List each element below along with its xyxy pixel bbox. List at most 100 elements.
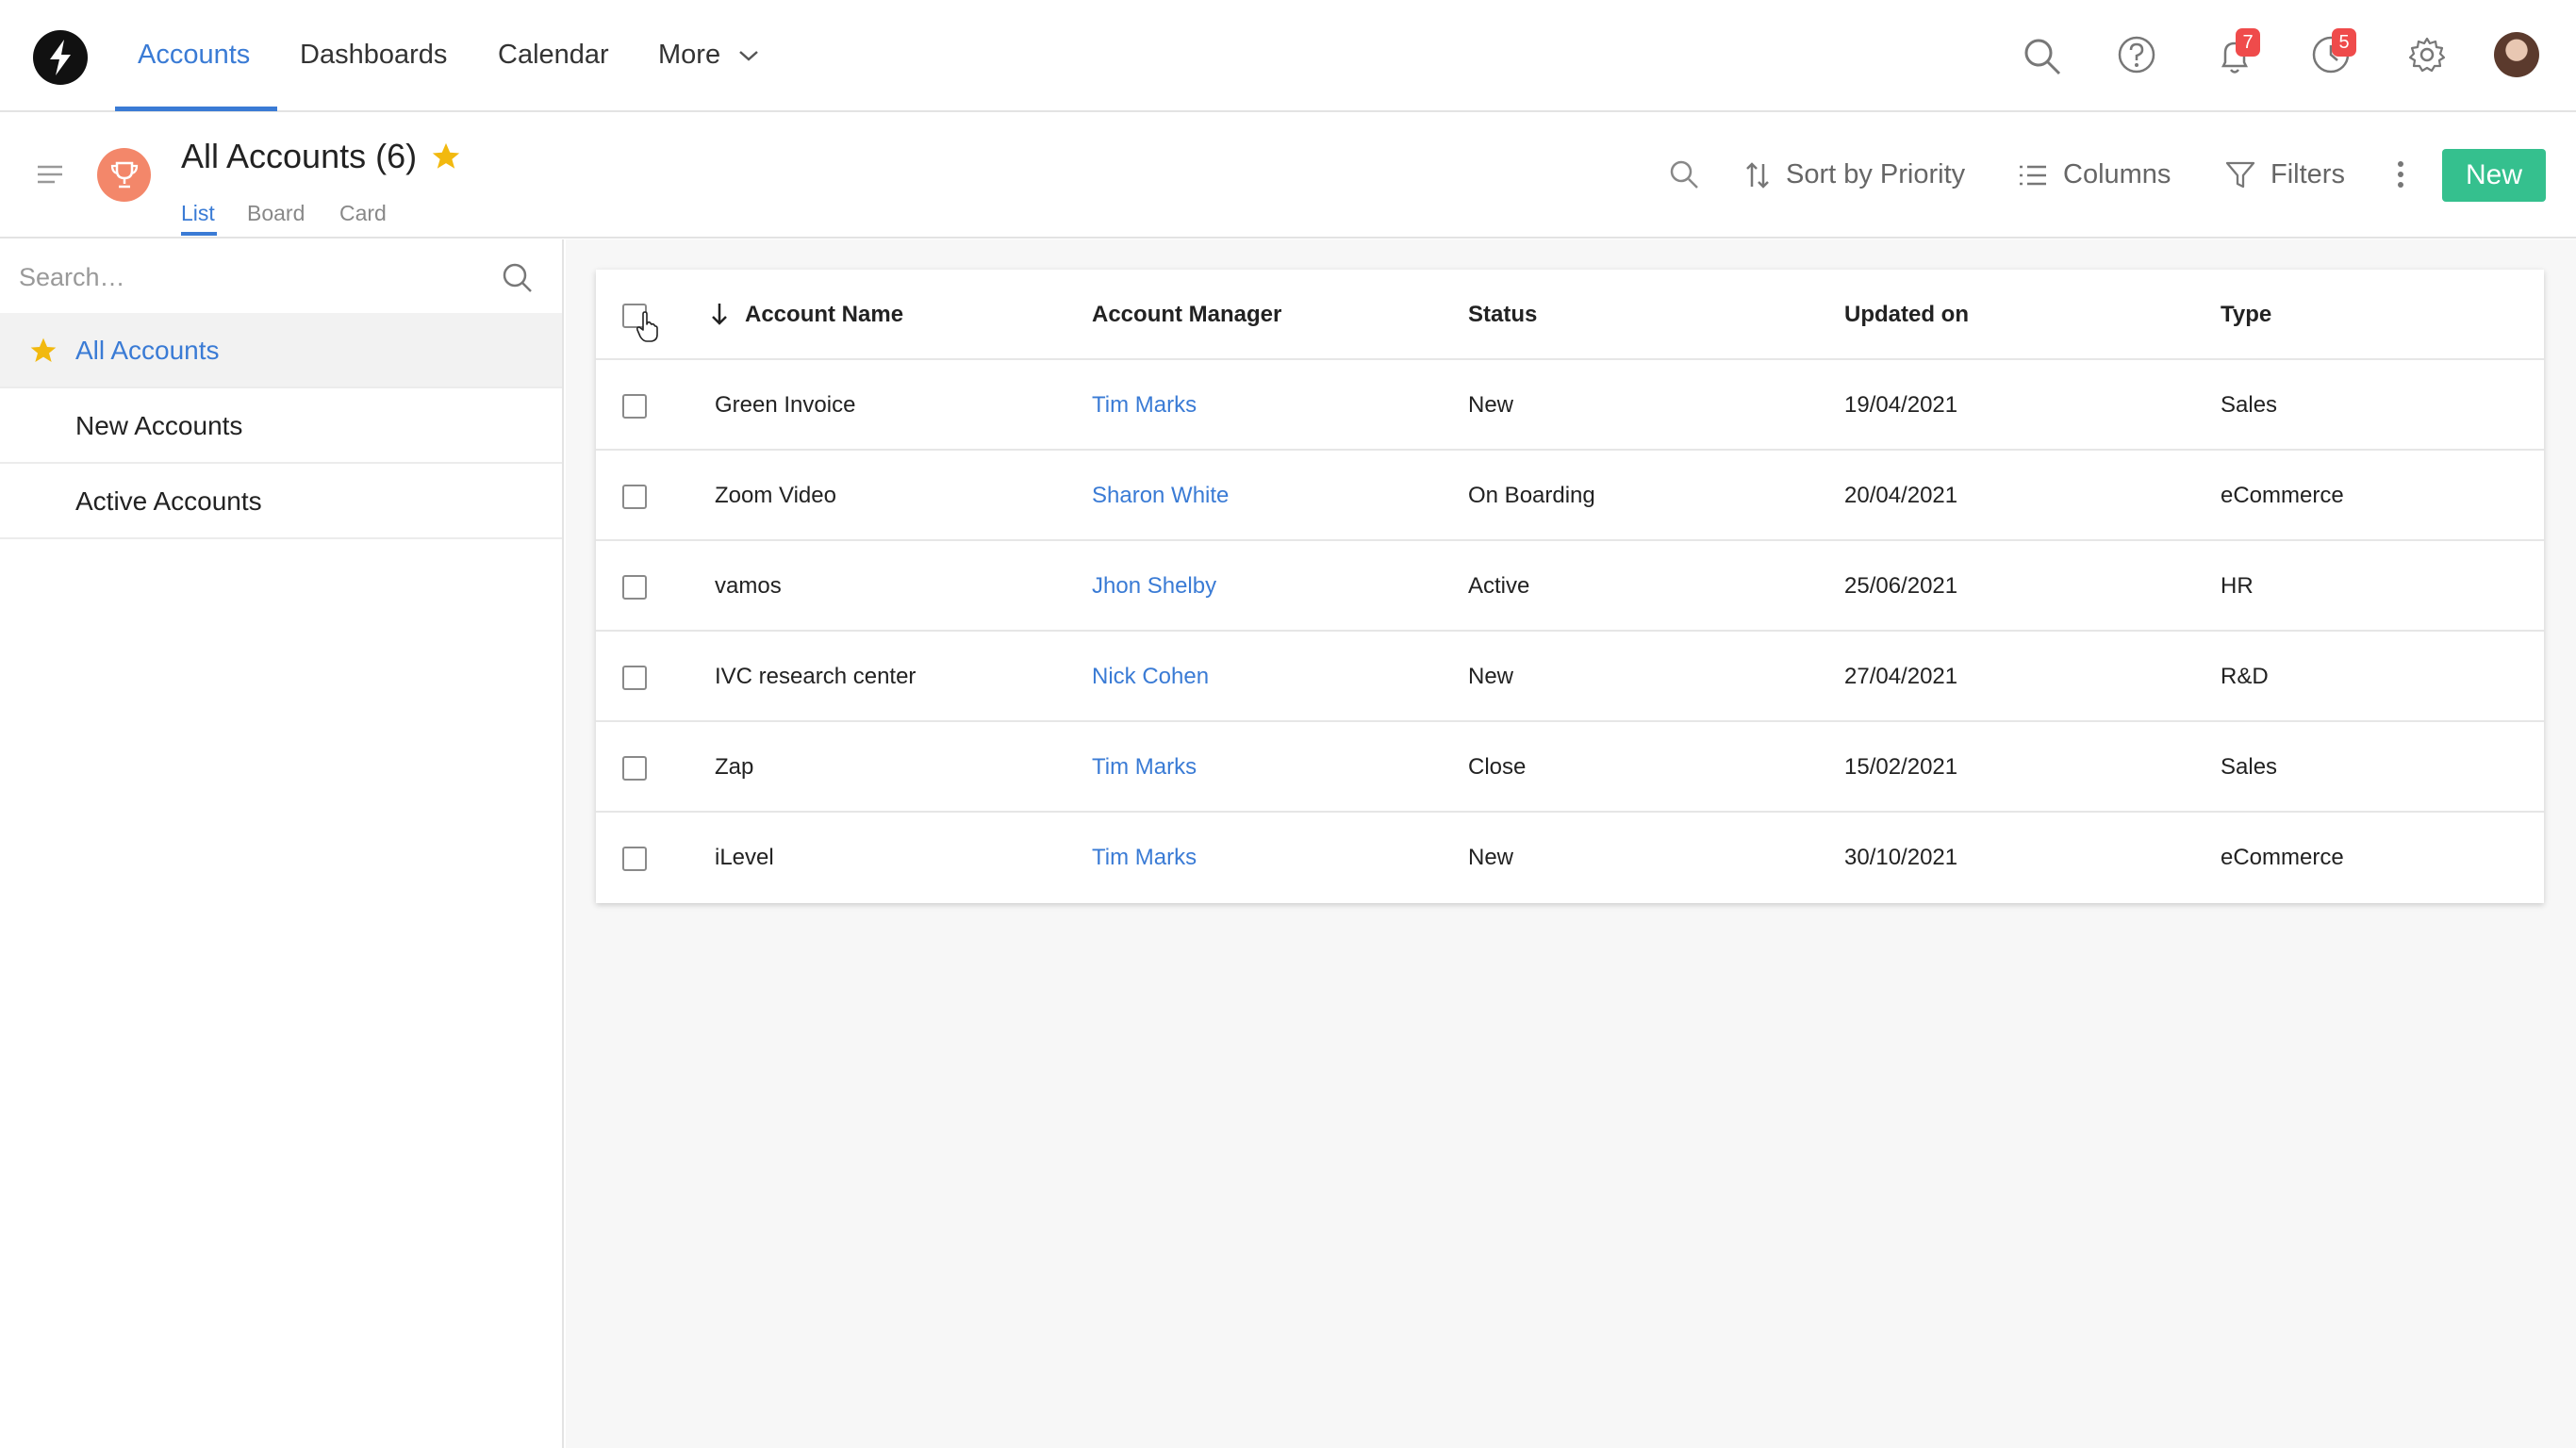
type-cell: Sales xyxy=(2221,392,2278,418)
sidebar-item-label: All Accounts xyxy=(75,336,220,365)
sidebar-item-all-accounts[interactable]: All Accounts xyxy=(0,313,562,388)
filters-button[interactable]: Filters xyxy=(2225,159,2345,190)
status-cell: Active xyxy=(1468,573,1530,599)
row-checkbox[interactable] xyxy=(622,394,647,419)
clock-icon[interactable]: 5 xyxy=(2306,28,2356,81)
sidebar-search xyxy=(0,239,562,313)
account-name-cell[interactable]: Zoom Video xyxy=(715,483,836,509)
tab-list[interactable]: List xyxy=(181,201,215,226)
accounts-table: Account Name Account Manager Status Upda… xyxy=(596,270,2544,903)
search-icon[interactable] xyxy=(502,262,534,294)
account-manager-link[interactable]: Tim Marks xyxy=(1092,392,1197,419)
sidebar-search-input[interactable] xyxy=(19,256,471,298)
list-icon xyxy=(2020,165,2046,185)
sort-label: Sort by Priority xyxy=(1786,159,1966,189)
new-button[interactable]: New xyxy=(2442,149,2546,202)
row-checkbox[interactable] xyxy=(622,575,647,600)
account-name-cell[interactable]: Green Invoice xyxy=(715,392,855,419)
account-manager-link[interactable]: Tim Marks xyxy=(1092,754,1197,781)
avatar[interactable] xyxy=(2494,32,2539,77)
page-title: All Accounts (6) xyxy=(181,137,418,175)
star-icon xyxy=(30,337,57,362)
tab-card[interactable]: Card xyxy=(339,201,387,226)
nav-link-more[interactable]: More xyxy=(658,40,760,71)
help-icon[interactable] xyxy=(2112,28,2161,81)
table-header-row: Account Name Account Manager Status Upda… xyxy=(596,270,2544,360)
sidebar-item-active-accounts[interactable]: Active Accounts xyxy=(0,464,562,539)
view-header: All Accounts (6) List Board Card Sort by… xyxy=(0,114,2576,239)
row-checkbox[interactable] xyxy=(622,666,647,690)
notifications-badge: 7 xyxy=(2236,28,2260,57)
status-cell: New xyxy=(1468,392,1514,418)
favorite-star-icon[interactable] xyxy=(430,140,462,177)
nav-link-accounts[interactable]: Accounts xyxy=(138,40,250,71)
main-content: Account Name Account Manager Status Upda… xyxy=(566,239,2576,1448)
menu-icon[interactable] xyxy=(36,163,64,190)
type-cell: eCommerce xyxy=(2221,845,2344,870)
column-header-type[interactable]: Type xyxy=(2221,302,2271,328)
account-manager-link[interactable]: Nick Cohen xyxy=(1092,664,1209,690)
top-navigation-bar: Accounts Dashboards Calendar More 7 5 xyxy=(0,0,2576,112)
table-row[interactable]: IVC research center Nick Cohen New 27/04… xyxy=(596,632,2544,722)
bell-icon[interactable]: 7 xyxy=(2210,28,2260,81)
status-cell: New xyxy=(1468,664,1514,689)
nav-link-dashboards[interactable]: Dashboards xyxy=(300,40,447,71)
account-manager-link[interactable]: Jhon Shelby xyxy=(1092,573,1216,600)
table-row[interactable]: iLevel Tim Marks New 30/10/2021 eCommerc… xyxy=(596,813,2544,903)
tab-board[interactable]: Board xyxy=(247,201,305,226)
nav-link-more-label: More xyxy=(658,40,721,70)
activity-badge: 5 xyxy=(2332,28,2356,57)
arrow-down-icon[interactable] xyxy=(711,302,728,326)
column-header-account-name[interactable]: Account Name xyxy=(745,302,903,328)
table-row[interactable]: Zoom Video Sharon White On Boarding 20/0… xyxy=(596,451,2544,541)
sort-icon xyxy=(1746,161,1769,189)
row-checkbox[interactable] xyxy=(622,485,647,509)
type-cell: R&D xyxy=(2221,664,2269,689)
updated-on-cell: 20/04/2021 xyxy=(1844,483,1958,508)
nav-active-underline xyxy=(115,107,277,111)
filter-icon xyxy=(2225,161,2255,188)
sidebar-item-label: Active Accounts xyxy=(75,486,262,516)
account-manager-link[interactable]: Sharon White xyxy=(1092,483,1229,509)
updated-on-cell: 15/02/2021 xyxy=(1844,754,1958,780)
search-icon[interactable] xyxy=(2016,28,2065,81)
status-cell: Close xyxy=(1468,754,1527,780)
updated-on-cell: 30/10/2021 xyxy=(1844,845,1958,870)
nav-link-calendar[interactable]: Calendar xyxy=(498,40,609,71)
table-row[interactable]: vamos Jhon Shelby Active 25/06/2021 HR xyxy=(596,541,2544,632)
tab-active-underline xyxy=(181,232,217,236)
columns-label: Columns xyxy=(2063,159,2171,189)
row-checkbox[interactable] xyxy=(622,756,647,781)
account-name-cell[interactable]: iLevel xyxy=(715,845,774,871)
sidebar-item-new-accounts[interactable]: New Accounts xyxy=(0,388,562,464)
status-cell: On Boarding xyxy=(1468,483,1595,508)
brand-logo-icon[interactable] xyxy=(33,30,88,85)
column-header-account-manager[interactable]: Account Manager xyxy=(1092,302,1281,328)
account-manager-link[interactable]: Tim Marks xyxy=(1092,845,1197,871)
sidebar: All Accounts New Accounts Active Account… xyxy=(0,239,564,1448)
updated-on-cell: 25/06/2021 xyxy=(1844,573,1958,599)
account-name-cell[interactable]: Zap xyxy=(715,754,753,781)
chevron-down-icon xyxy=(739,51,758,61)
account-name-cell[interactable]: IVC research center xyxy=(715,664,916,690)
table-row[interactable]: Zap Tim Marks Close 15/02/2021 Sales xyxy=(596,722,2544,813)
column-header-updated-on[interactable]: Updated on xyxy=(1844,302,1969,328)
search-icon xyxy=(1670,160,1698,189)
filters-label: Filters xyxy=(2271,159,2345,189)
search-view-button[interactable] xyxy=(1669,159,1699,189)
columns-button[interactable]: Columns xyxy=(2018,159,2171,190)
sort-button[interactable]: Sort by Priority xyxy=(1744,159,1965,190)
account-name-cell[interactable]: vamos xyxy=(715,573,782,600)
type-cell: HR xyxy=(2221,573,2254,599)
trophy-icon xyxy=(97,148,151,202)
row-checkbox[interactable] xyxy=(622,847,647,871)
updated-on-cell: 27/04/2021 xyxy=(1844,664,1958,689)
updated-on-cell: 19/04/2021 xyxy=(1844,392,1958,418)
column-header-status[interactable]: Status xyxy=(1468,302,1537,328)
more-options-icon[interactable] xyxy=(2395,159,2406,189)
gear-icon[interactable] xyxy=(2403,28,2452,81)
type-cell: eCommerce xyxy=(2221,483,2344,508)
table-row[interactable]: Green Invoice Tim Marks New 19/04/2021 S… xyxy=(596,360,2544,451)
hand-cursor-icon xyxy=(636,311,658,342)
sidebar-item-label: New Accounts xyxy=(75,411,243,440)
